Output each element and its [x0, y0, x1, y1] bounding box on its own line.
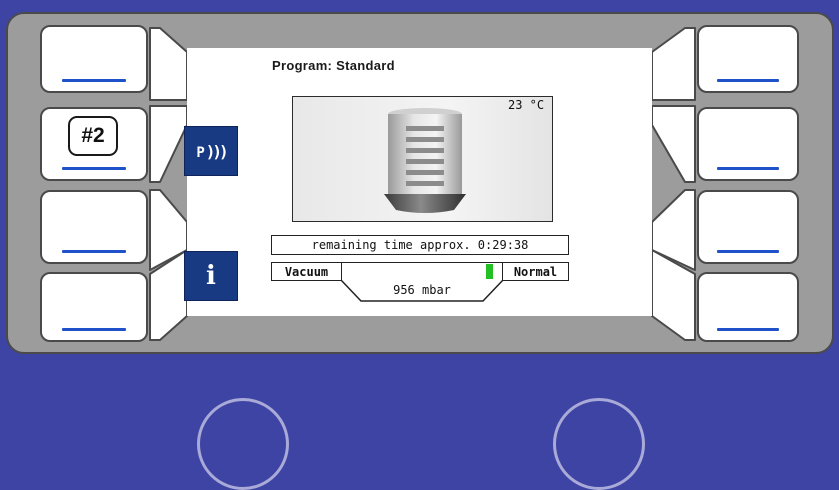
wireless-program-button[interactable]: P)))	[184, 126, 238, 176]
softkey-indicator-line	[62, 79, 126, 82]
pressure-readout: 956 mbar	[393, 283, 451, 297]
info-icon: i	[206, 261, 216, 291]
softkey-indicator-line	[717, 79, 779, 82]
softkey-right-4[interactable]	[697, 272, 799, 342]
left-rotary-knob[interactable]	[197, 398, 289, 490]
softkey-left-4[interactable]	[40, 272, 148, 342]
vacuum-chamber-icon	[384, 108, 466, 213]
softkey-left-3[interactable]	[40, 190, 148, 264]
softkey-indicator-line	[62, 167, 126, 170]
normal-label: Normal	[502, 262, 569, 281]
softkey-indicator-line	[62, 250, 126, 253]
softkey-indicator-line	[717, 167, 779, 170]
softkey-right-1[interactable]	[697, 25, 799, 93]
softkey-right-2[interactable]	[697, 107, 799, 181]
softkey-indicator-line	[62, 328, 126, 331]
wireless-program-icon: P)))	[196, 141, 228, 161]
softkey-indicator-line	[717, 250, 779, 253]
right-rotary-knob[interactable]	[553, 398, 645, 490]
info-button[interactable]: i	[184, 251, 238, 301]
softkey-indicator-line	[717, 328, 779, 331]
vacuum-label: Vacuum	[271, 262, 342, 281]
annotation-badge: #2	[68, 116, 118, 156]
program-title: Program: Standard	[272, 58, 395, 73]
vacuum-level-indicator	[486, 264, 493, 279]
softkey-left-1[interactable]	[40, 25, 148, 93]
softkey-right-3[interactable]	[697, 190, 799, 264]
remaining-time-field: remaining time approx. 0:29:38	[271, 235, 569, 255]
temperature-readout: 23 °C	[508, 98, 545, 112]
